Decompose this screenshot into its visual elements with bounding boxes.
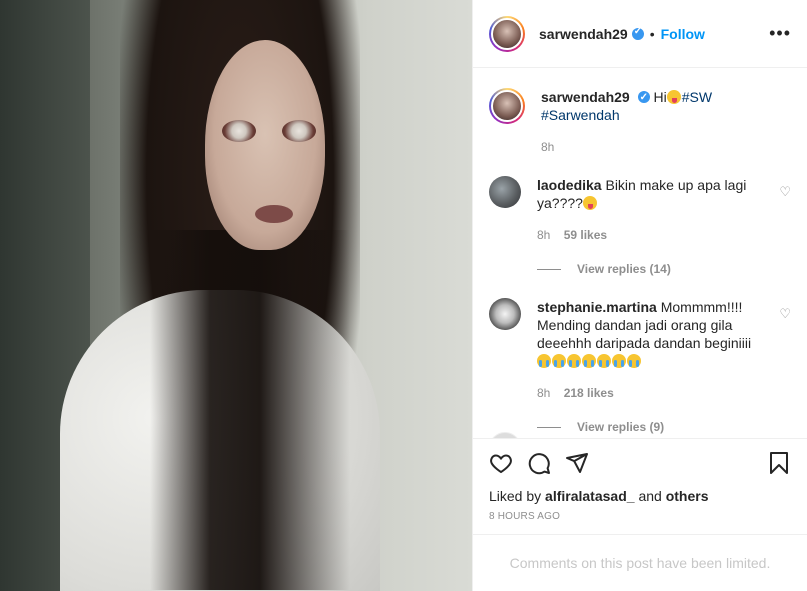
caption-row: sarwendah29 Hi #SW #Sarwendah 8h (489, 88, 791, 156)
instagram-post-view: sarwendah29 • Follow ••• sarwendah29 Hi #… (0, 0, 807, 591)
post-actions: Liked by alfiralatasad_ and others 8 HOU… (473, 438, 807, 534)
verified-badge-icon (637, 89, 650, 107)
loudly-crying-emoji-icon (537, 354, 551, 368)
action-icons-bar (489, 439, 791, 487)
replies-divider-line (537, 426, 561, 428)
heart-icon[interactable] (489, 451, 513, 475)
loudly-crying-emoji-icon (612, 354, 626, 368)
author-username[interactable]: sarwendah29 (539, 26, 628, 42)
liked-by-user[interactable]: alfiralatasad_ (545, 488, 635, 504)
comment-time: 8h (537, 386, 551, 400)
photo-hair-strands (150, 230, 350, 590)
author-avatar[interactable] (489, 15, 525, 52)
separator-dot: • (649, 25, 655, 42)
comment-row: laodedika Bikin make up apa lagi ya???? … (489, 176, 791, 244)
comment-likes[interactable]: 218 likes (564, 386, 614, 400)
liked-by-others[interactable]: others (666, 488, 709, 504)
comment-time: 8h (537, 228, 551, 242)
loudly-crying-emoji-icon (627, 354, 641, 368)
replies-divider-line (537, 268, 561, 270)
more-options-icon[interactable]: ••• (769, 23, 791, 44)
crying-emoji-row (537, 353, 642, 369)
partial-comment-row (489, 432, 689, 438)
commenter-avatar[interactable] (489, 432, 521, 438)
commenter-avatar[interactable] (489, 176, 521, 208)
comment-username[interactable]: laodedika (537, 177, 602, 193)
loudly-crying-emoji-icon (567, 354, 581, 368)
view-replies-button[interactable]: View replies (14) (537, 262, 791, 276)
loudly-crying-emoji-icon (582, 354, 596, 368)
photo-mouth (255, 205, 293, 223)
commenter-avatar[interactable] (489, 298, 521, 330)
post-sidebar: sarwendah29 • Follow ••• sarwendah29 Hi #… (472, 0, 807, 591)
liked-by-and: and (638, 488, 662, 504)
hashtag-sw[interactable]: #SW (682, 89, 712, 105)
liked-by-line: Liked by alfiralatasad_ and others (489, 487, 791, 505)
loudly-crying-emoji-icon (597, 354, 611, 368)
caption-username[interactable]: sarwendah29 (541, 89, 630, 105)
comment-likes[interactable]: 59 likes (564, 228, 607, 242)
caption-avatar[interactable] (489, 88, 525, 124)
caption-time: 8h (541, 140, 555, 154)
photo-eye-right (282, 120, 316, 142)
comment-icon[interactable] (527, 451, 551, 475)
caption-text: Hi (653, 89, 667, 105)
follow-button[interactable]: Follow (661, 26, 705, 42)
post-photo[interactable] (0, 0, 472, 591)
post-header: sarwendah29 • Follow ••• (473, 0, 807, 68)
share-icon[interactable] (565, 451, 589, 475)
loudly-crying-emoji-icon (552, 354, 566, 368)
hashtag-sarwendah[interactable]: #Sarwendah (541, 107, 620, 123)
bookmark-icon[interactable] (767, 451, 791, 475)
post-timestamp[interactable]: 8 HOURS AGO (489, 511, 791, 534)
comment-like-heart-icon[interactable]: ♡ (779, 306, 791, 322)
zany-face-emoji-icon (582, 196, 597, 210)
verified-badge-icon (631, 26, 644, 40)
comment-row: stephanie.martina Mommmm!!!! Mending dan… (489, 298, 791, 402)
comment-username[interactable]: stephanie.martina (537, 299, 657, 315)
view-replies-label: View replies (14) (577, 262, 671, 276)
liked-by-prefix: Liked by (489, 488, 542, 504)
zany-face-emoji-icon (666, 90, 681, 104)
comments-list[interactable]: sarwendah29 Hi #SW #Sarwendah 8h laodedik… (473, 68, 807, 438)
comment-like-heart-icon[interactable]: ♡ (779, 184, 791, 200)
comments-limited-notice: Comments on this post have been limited. (473, 534, 807, 591)
photo-eye-left (222, 120, 256, 142)
